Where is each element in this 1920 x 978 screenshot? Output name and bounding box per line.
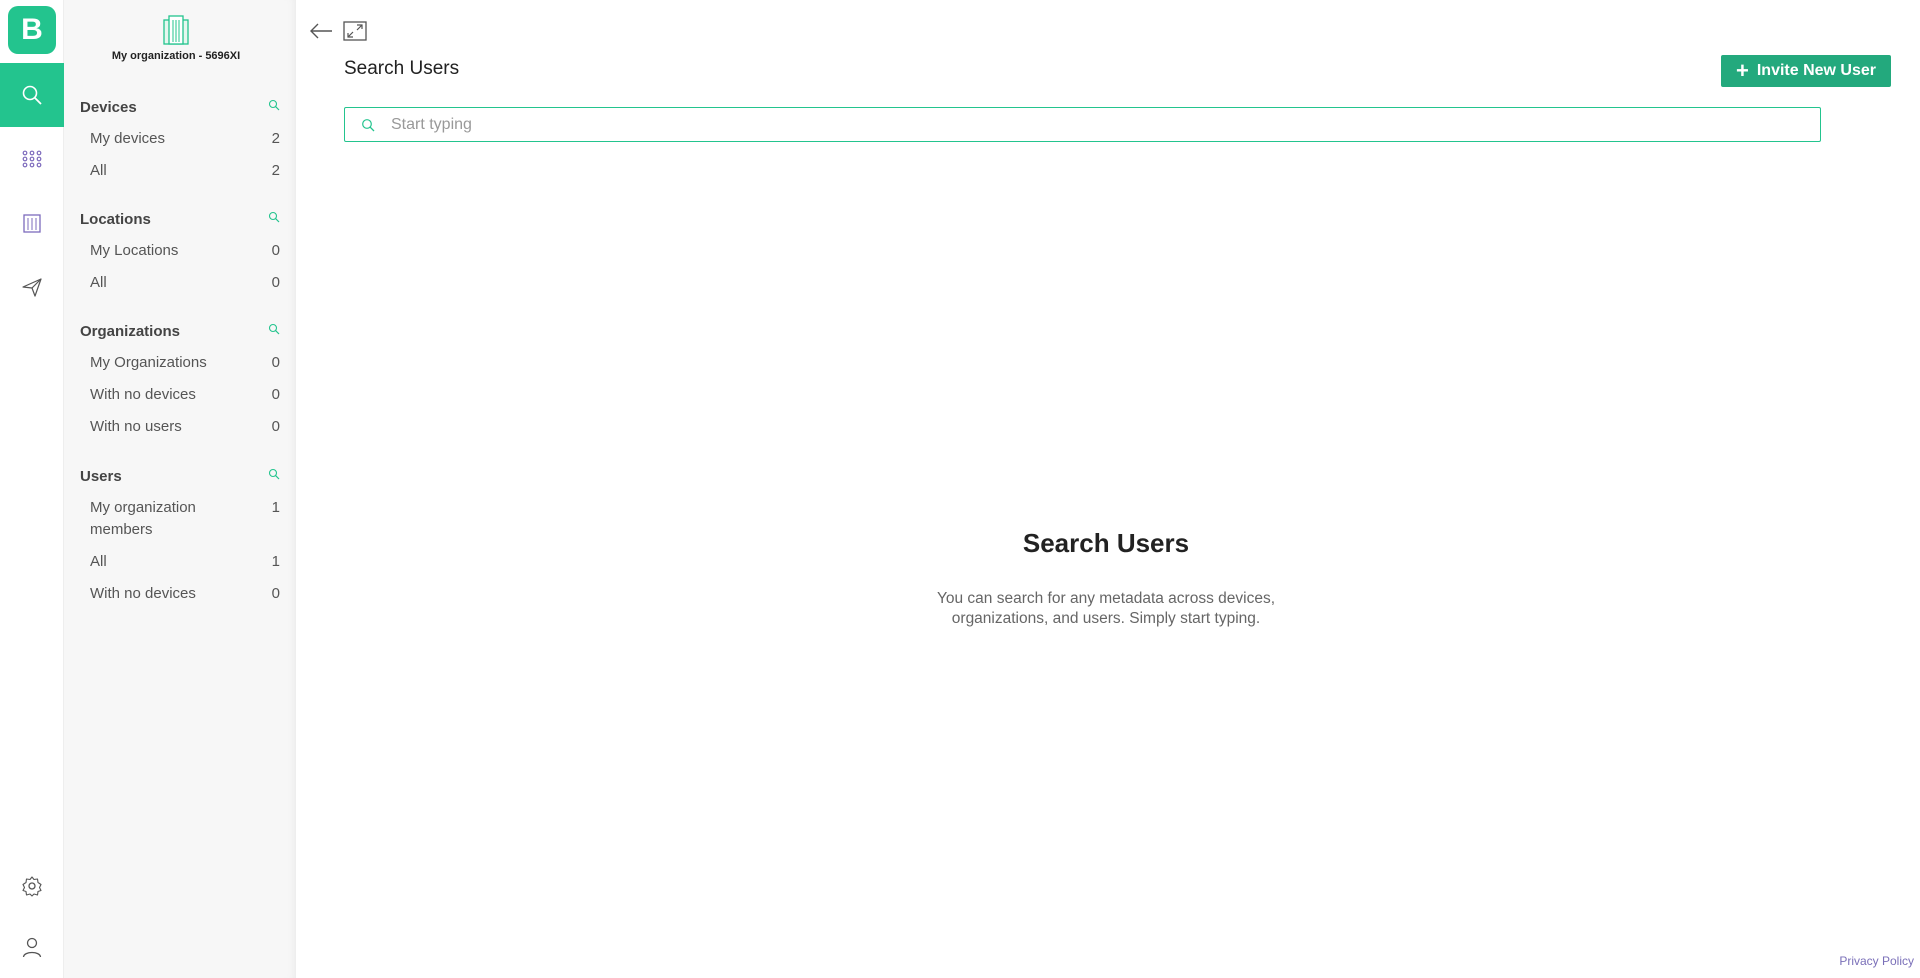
nav-search[interactable] — [0, 63, 64, 127]
item-label: All — [90, 553, 107, 570]
item-label: With no users — [90, 418, 182, 435]
item-label: With no devices — [90, 585, 196, 602]
section-search-icon[interactable] — [268, 210, 280, 228]
section-search-icon[interactable] — [268, 322, 280, 340]
logo-letter: B — [21, 13, 43, 46]
section-search-icon[interactable] — [268, 98, 280, 116]
section-title: Locations — [80, 210, 151, 228]
back-button[interactable] — [308, 20, 334, 46]
invite-new-user-button[interactable]: + Invite New User — [1721, 55, 1891, 87]
search-box — [344, 107, 1821, 142]
settings-icon — [21, 875, 43, 897]
send-icon — [21, 276, 43, 298]
user-icon — [21, 936, 43, 958]
page-title: Search Users — [344, 58, 460, 79]
building-icon — [21, 212, 43, 234]
nav-organizations[interactable] — [0, 191, 64, 255]
app-root: B My organization - 5696XI Devices My de… — [0, 0, 1920, 978]
sidebar-item-orgs-no-devices[interactable]: With no devices 0 — [80, 384, 280, 406]
nav-devices[interactable] — [0, 127, 64, 191]
search-icon — [345, 118, 391, 132]
invite-button-label: Invite New User — [1756, 62, 1876, 79]
item-count: 0 — [271, 418, 280, 435]
sidebar-item-my-devices[interactable]: My devices 2 — [80, 128, 280, 150]
search-input[interactable] — [391, 108, 1820, 141]
section-organizations: Organizations My Organizations 0 With no … — [80, 320, 280, 438]
item-count: 1 — [271, 553, 280, 570]
item-count: 2 — [271, 162, 280, 179]
item-label: With no devices — [90, 386, 196, 403]
empty-state-title: Search Users — [1022, 528, 1190, 558]
item-label: All — [90, 162, 107, 179]
expand-icon — [343, 20, 367, 46]
sidebar-item-my-organizations[interactable]: My Organizations 0 — [80, 352, 280, 374]
item-label: My organization members — [90, 499, 196, 538]
section-locations: Locations My Locations 0 All 0 — [80, 208, 280, 294]
plus-icon: + — [1735, 58, 1749, 83]
sidebar-item-users-no-devices[interactable]: With no devices 0 — [80, 583, 280, 605]
section-users: Users My organization members 1 All 1 With… — [80, 465, 280, 605]
item-label: My Locations — [90, 242, 179, 259]
item-count: 0 — [271, 274, 280, 291]
nav-settings[interactable] — [0, 854, 64, 918]
privacy-policy-link[interactable]: Privacy Policy — [1839, 954, 1914, 968]
section-title: Users — [80, 467, 122, 485]
organization-building-icon — [64, 14, 288, 46]
nav-profile[interactable] — [0, 915, 64, 978]
section-title: Organizations — [80, 322, 181, 340]
blynk-logo[interactable]: B — [8, 6, 56, 54]
item-count: 0 — [271, 354, 280, 371]
section-title: Devices — [80, 98, 137, 116]
item-count: 1 — [271, 499, 280, 516]
icon-rail: B — [0, 0, 64, 978]
sidebar-item-all-devices[interactable]: All 2 — [80, 160, 280, 182]
nav-messages[interactable] — [0, 255, 64, 319]
sidebar-item-org-members[interactable]: My organization members 1 — [80, 497, 280, 541]
empty-state: Search Users You can search for any meta… — [296, 528, 1916, 629]
sidebar-item-orgs-no-users[interactable]: With no users 0 — [80, 416, 280, 438]
section-devices: Devices My devices 2 All 2 — [80, 96, 280, 182]
item-label: All — [90, 274, 107, 291]
main-content: Search Users + Invite New User Search Us… — [296, 0, 1920, 978]
item-label: My Organizations — [90, 354, 207, 371]
item-count: 0 — [271, 386, 280, 403]
sidebar-item-all-users[interactable]: All 1 — [80, 551, 280, 573]
grid-icon — [21, 148, 43, 170]
item-count: 0 — [271, 585, 280, 602]
sidebar-item-all-locations[interactable]: All 0 — [80, 272, 280, 294]
organization-header[interactable]: My organization - 5696XI — [64, 14, 288, 62]
organization-name: My organization - 5696XI — [111, 50, 241, 62]
search-icon — [21, 84, 43, 106]
search-sidebar: My organization - 5696XI Devices My devi… — [64, 0, 296, 978]
empty-state-text: You can search for any metadata across d… — [936, 590, 1276, 627]
item-count: 0 — [271, 242, 280, 259]
item-label: My devices — [90, 130, 166, 147]
item-count: 2 — [271, 130, 280, 147]
section-search-icon[interactable] — [268, 467, 280, 485]
arrow-left-icon — [309, 23, 333, 44]
expand-button[interactable] — [342, 20, 368, 46]
sidebar-item-my-locations[interactable]: My Locations 0 — [80, 240, 280, 262]
